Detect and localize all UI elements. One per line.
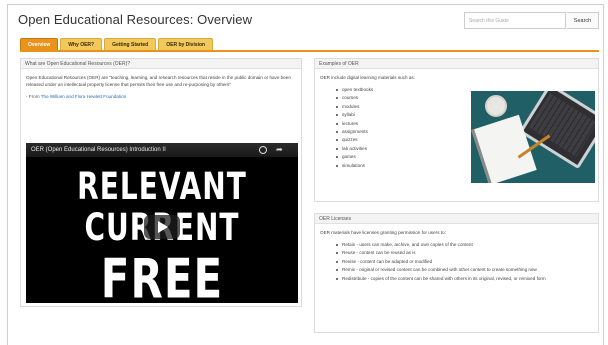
tab-oer-by-division[interactable]: OER by Division bbox=[158, 38, 214, 50]
list-item: Redistribute - copies of the content can… bbox=[336, 275, 593, 283]
tab-underline bbox=[20, 50, 599, 52]
search-button[interactable]: Search bbox=[567, 12, 599, 29]
video-line-relevant: RELEVANT bbox=[77, 164, 247, 209]
embedded-video[interactable]: RELEVANT CURRENT FREE OER (Open Educatio… bbox=[26, 143, 298, 303]
panel-heading: OER Licenses bbox=[315, 214, 598, 224]
list-item: Retain - users can make, archive, and ow… bbox=[336, 241, 593, 249]
watch-later-icon[interactable] bbox=[259, 146, 267, 154]
page-title: Open Educational Resources: Overview bbox=[18, 12, 253, 27]
list-item: Reuse - content can be reused as is bbox=[336, 249, 593, 257]
oer-definition: Open Educational Resources (OER) are "te… bbox=[26, 75, 291, 87]
attribution: - From The William and Flora Hewlett Fou… bbox=[26, 93, 296, 100]
tab-overview[interactable]: Overview bbox=[20, 38, 59, 50]
list-item: Remix - original or revised content can … bbox=[336, 266, 593, 274]
attribution-prefix: - From bbox=[26, 94, 41, 99]
tab-why-oer[interactable]: Why OER? bbox=[60, 38, 103, 50]
what-is-oer-panel: What are Open Educational Resources (OER… bbox=[20, 58, 302, 307]
hewlett-foundation-link[interactable]: The William and Flora Hewlett Foundation bbox=[41, 94, 127, 99]
video-title[interactable]: OER (Open Educational Resources) Introdu… bbox=[31, 147, 166, 153]
desk-laptop-photo bbox=[471, 91, 595, 183]
tab-bar: Overview Why OER? Getting Started OER by… bbox=[20, 38, 215, 50]
search-input[interactable]: Search this Guide bbox=[464, 12, 566, 29]
cup-shape bbox=[485, 95, 507, 117]
tab-getting-started[interactable]: Getting Started bbox=[104, 38, 157, 50]
examples-panel: Examples of OER OER include digital lear… bbox=[314, 58, 599, 202]
examples-intro: OER include digital learning materials s… bbox=[320, 75, 415, 80]
licenses-panel: OER Licenses OER materials have licenses… bbox=[314, 213, 599, 333]
panel-heading: What are Open Educational Resources (OER… bbox=[21, 59, 301, 69]
play-button[interactable] bbox=[144, 215, 180, 239]
licenses-intro: OER materials have licenses granting per… bbox=[320, 230, 446, 235]
licenses-list: Retain - users can make, archive, and ow… bbox=[336, 241, 593, 283]
video-line-free: FREE bbox=[100, 247, 224, 303]
panel-heading: Examples of OER bbox=[315, 59, 598, 69]
share-icon[interactable]: ➦ bbox=[276, 145, 285, 154]
list-item: Revise - content can be adapted or modif… bbox=[336, 258, 593, 266]
